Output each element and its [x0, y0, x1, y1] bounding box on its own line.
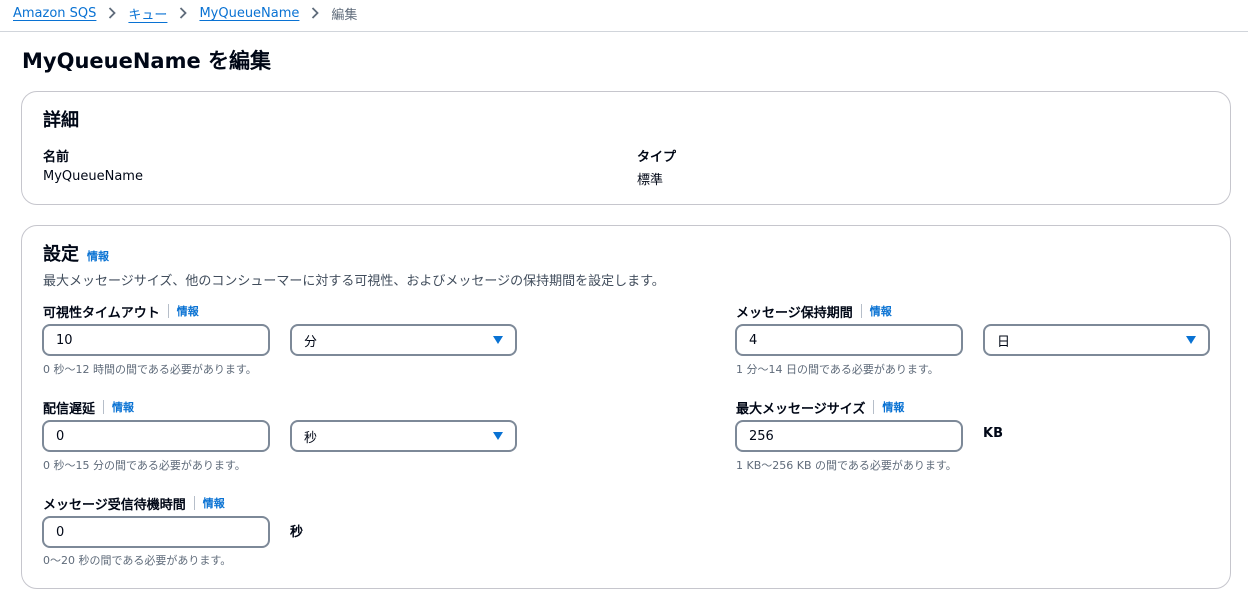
queue-type-field: タイプ 標準: [637, 146, 676, 188]
visibility-timeout-hint: 0 秒〜12 時間の間である必要があります。: [43, 363, 257, 376]
chevron-right-icon: [108, 7, 117, 19]
receive-wait-time-unit: 秒: [290, 525, 304, 540]
delivery-delay-label: 配信遅延: [43, 401, 96, 417]
receive-wait-time-label: メッセージ受信待機時間: [43, 497, 186, 513]
max-message-size-unit: KB: [983, 426, 1003, 441]
visibility-timeout-info-link[interactable]: 情報: [177, 303, 199, 319]
max-message-size-hint: 1 KB〜256 KB の間である必要があります。: [736, 459, 957, 472]
details-heading: 詳細: [43, 106, 79, 132]
retention-period-label-row: メッセージ保持期間 情報: [736, 302, 892, 321]
details-panel: 詳細 名前 MyQueueName タイプ 標準: [21, 91, 1231, 205]
visibility-timeout-label-row: 可視性タイムアウト 情報: [43, 302, 199, 321]
max-message-size-value: 256: [749, 428, 774, 444]
retention-period-label: メッセージ保持期間: [736, 305, 853, 321]
queue-name-label: 名前: [43, 150, 70, 165]
label-divider: [860, 304, 862, 318]
configuration-panel: 設定 情報 最大メッセージサイズ、他のコンシューマーに対する可視性、およびメッセ…: [21, 225, 1231, 589]
visibility-timeout-unit-select[interactable]: 分: [290, 324, 517, 356]
page-title: MyQueueName を編集: [22, 49, 272, 73]
retention-period-unit-select[interactable]: 日: [983, 324, 1210, 356]
receive-wait-time-hint: 0〜20 秒の間である必要があります。: [43, 554, 232, 567]
config-heading-text: 設定: [43, 244, 79, 265]
visibility-timeout-value: 10: [56, 332, 73, 348]
chevron-right-icon: [311, 7, 320, 19]
max-message-size-label-row: 最大メッセージサイズ 情報: [736, 398, 904, 417]
receive-wait-time-input[interactable]: 0: [42, 516, 270, 548]
queue-type-label: タイプ: [637, 150, 677, 165]
delivery-delay-value: 0: [56, 428, 65, 444]
retention-period-unit: 日: [997, 334, 1011, 350]
queue-name-field: 名前 MyQueueName: [43, 146, 143, 184]
retention-period-hint: 1 分〜14 日の間である必要があります。: [736, 363, 939, 376]
breadcrumb: Amazon SQS キュー MyQueueName 編集: [13, 2, 357, 24]
caret-down-icon: [493, 432, 503, 440]
caret-down-icon: [1186, 336, 1196, 344]
visibility-timeout-input[interactable]: 10: [42, 324, 270, 356]
details-heading-text: 詳細: [43, 110, 79, 131]
queue-name-value: MyQueueName: [43, 169, 143, 184]
delivery-delay-unit-select[interactable]: 秒: [290, 420, 517, 452]
header-divider: [0, 31, 1248, 32]
breadcrumb-link-queues[interactable]: キュー: [128, 4, 167, 23]
label-divider: [193, 496, 195, 510]
retention-period-info-link[interactable]: 情報: [870, 303, 892, 319]
delivery-delay-label-row: 配信遅延 情報: [43, 398, 134, 417]
receive-wait-time-info-link[interactable]: 情報: [203, 495, 225, 511]
breadcrumb-link-queue[interactable]: MyQueueName: [199, 6, 299, 21]
retention-period-input[interactable]: 4: [735, 324, 963, 356]
delivery-delay-info-link[interactable]: 情報: [112, 399, 134, 415]
max-message-size-info-link[interactable]: 情報: [882, 399, 904, 415]
config-description: 最大メッセージサイズ、他のコンシューマーに対する可視性、およびメッセージの保持期…: [43, 274, 665, 289]
breadcrumb-current: 編集: [331, 7, 358, 23]
visibility-timeout-unit: 分: [304, 334, 318, 350]
max-message-size-input[interactable]: 256: [735, 420, 963, 452]
label-divider: [103, 400, 105, 414]
receive-wait-time-value: 0: [56, 524, 65, 540]
receive-wait-time-label-row: メッセージ受信待機時間 情報: [43, 494, 225, 513]
delivery-delay-hint: 0 秒〜15 分の間である必要があります。: [43, 459, 246, 472]
retention-period-value: 4: [749, 332, 758, 348]
max-message-size-label: 最大メッセージサイズ: [736, 401, 866, 417]
queue-type-value: 標準: [637, 173, 664, 188]
delivery-delay-unit: 秒: [304, 430, 318, 446]
chevron-right-icon: [179, 7, 188, 19]
breadcrumb-link-sqs[interactable]: Amazon SQS: [13, 6, 96, 21]
visibility-timeout-label: 可視性タイムアウト: [43, 305, 160, 321]
caret-down-icon: [493, 336, 503, 344]
label-divider: [873, 400, 875, 414]
delivery-delay-input[interactable]: 0: [42, 420, 270, 452]
config-info-link[interactable]: 情報: [87, 248, 109, 264]
config-heading: 設定 情報: [43, 240, 109, 266]
label-divider: [167, 304, 169, 318]
